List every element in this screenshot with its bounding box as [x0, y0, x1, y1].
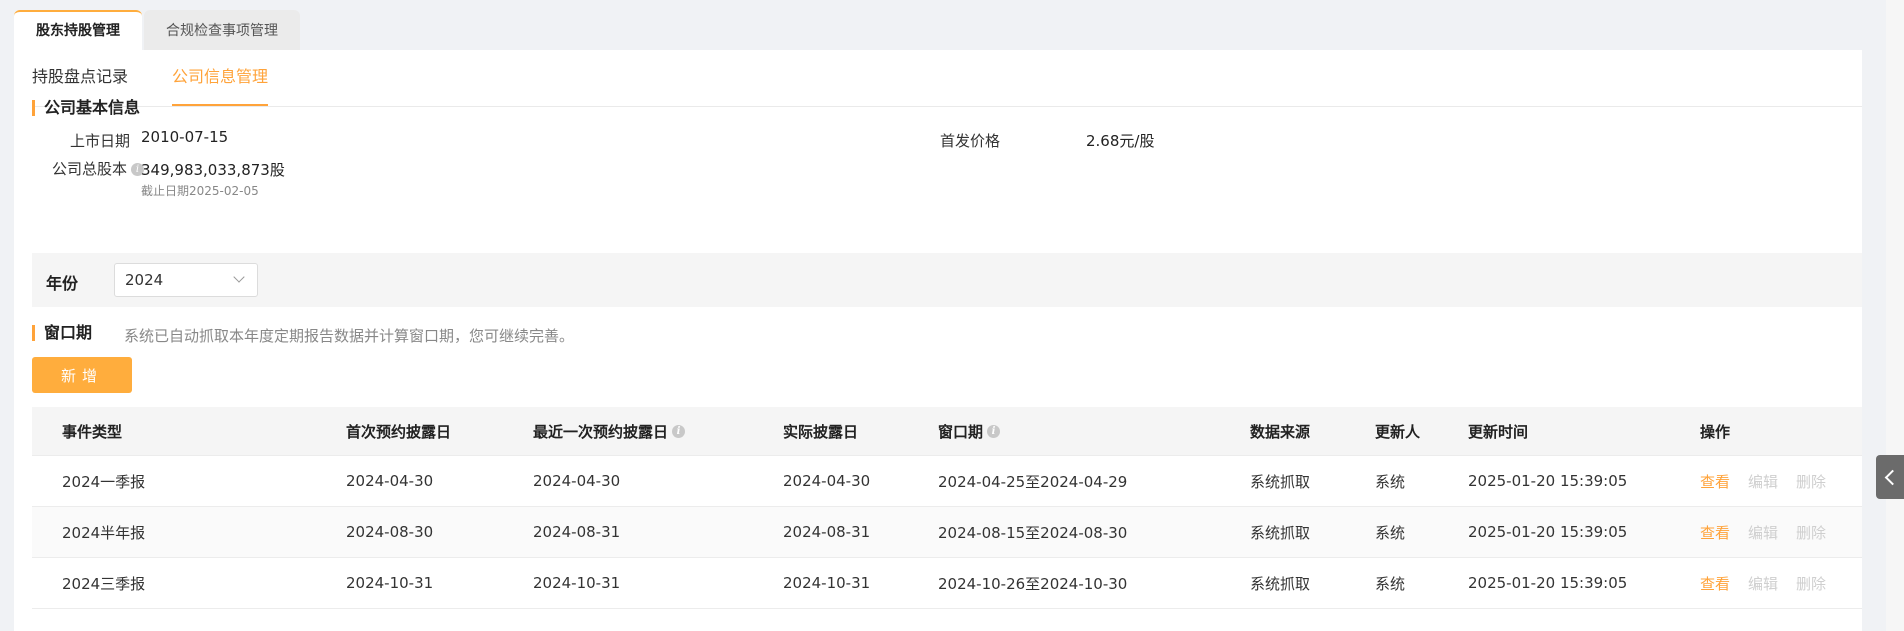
header-window-group: 窗口期 i: [938, 407, 1001, 455]
side-collapse-button[interactable]: [1876, 455, 1904, 499]
cell-event-type: 2024半年报: [62, 523, 146, 542]
cell-ops: 查看 编辑 删除: [1700, 456, 1844, 506]
cell-actual: 2024-04-30: [783, 472, 871, 490]
cell-actual: 2024-08-31: [783, 523, 871, 541]
ipo-price-value: 2.68元/股: [1086, 132, 1155, 150]
scrollbar-track[interactable]: [1886, 0, 1904, 631]
cell-actual: 2024-10-31: [783, 574, 871, 592]
cell-first-appointment: 2024-10-31: [346, 574, 434, 592]
cell-updater: 系统: [1375, 574, 1406, 593]
subtab-company-info[interactable]: 公司信息管理: [172, 50, 268, 106]
edit-button[interactable]: 编辑: [1748, 573, 1778, 594]
delete-button[interactable]: 删除: [1796, 573, 1826, 594]
window-table: 事件类型 首次预约披露日 最近一次预约披露日 i 实际披露日 窗口期 i 数据来源 …: [32, 407, 1862, 609]
window-title: 窗口期: [32, 323, 92, 343]
cell-source: 系统抓取: [1250, 523, 1311, 542]
header-first-appointment: 首次预约披露日: [346, 422, 452, 441]
view-button[interactable]: 查看: [1700, 522, 1730, 543]
add-button[interactable]: 新增: [32, 357, 132, 393]
tab-shareholding-management[interactable]: 股东持股管理: [14, 10, 142, 50]
year-select-value: 2024: [125, 271, 164, 289]
cell-first-appointment: 2024-04-30: [346, 472, 434, 490]
cell-window: 2024-10-26至2024-10-30: [938, 574, 1128, 593]
window-description: 系统已自动抓取本年度定期报告数据并计算窗口期，您可继续完善。: [124, 327, 575, 345]
main-panel: 持股盘点记录 公司信息管理 公司基本信息 上市日期 2010-07-15 首发价…: [14, 50, 1862, 631]
header-source: 数据来源: [1250, 422, 1311, 441]
cell-updater: 系统: [1375, 523, 1406, 542]
ipo-price-label: 首发价格: [939, 132, 1000, 150]
header-updated-at: 更新时间: [1468, 422, 1529, 441]
tab-compliance-check[interactable]: 合规检查事项管理: [144, 10, 300, 50]
cell-updated-at: 2025-01-20 15:39:05: [1468, 574, 1628, 592]
info-icon[interactable]: i: [987, 424, 1001, 438]
header-actual: 实际披露日: [783, 422, 859, 441]
cell-first-appointment: 2024-08-30: [346, 523, 434, 541]
edit-button[interactable]: 编辑: [1748, 522, 1778, 543]
header-ops: 操作: [1700, 422, 1731, 441]
cell-updater: 系统: [1375, 472, 1406, 491]
year-select[interactable]: 2024: [114, 263, 258, 297]
header-latest-appointment-group: 最近一次预约披露日 i: [533, 407, 686, 455]
table-row: 2024半年报 2024-08-30 2024-08-31 2024-08-31…: [32, 507, 1862, 558]
info-icon[interactable]: i: [672, 424, 686, 438]
header-latest-appointment: 最近一次预约披露日: [533, 422, 669, 441]
basic-info-title: 公司基本信息: [32, 98, 140, 118]
table-row: 2024三季报 2024-10-31 2024-10-31 2024-10-31…: [32, 558, 1862, 609]
edit-button[interactable]: 编辑: [1748, 471, 1778, 492]
cell-event-type: 2024一季报: [62, 472, 146, 491]
total-shares-value: 349,983,033,873股: [141, 161, 285, 179]
table-header: 事件类型 首次预约披露日 最近一次预约披露日 i 实际披露日 窗口期 i 数据来源 …: [32, 407, 1862, 456]
cell-ops: 查看 编辑 删除: [1700, 507, 1844, 557]
header-window: 窗口期: [938, 422, 984, 441]
cell-latest-appointment: 2024-08-31: [533, 523, 621, 541]
total-shares-label: 公司总股本: [51, 160, 127, 178]
delete-button[interactable]: 删除: [1796, 471, 1826, 492]
view-button[interactable]: 查看: [1700, 471, 1730, 492]
header-event-type: 事件类型: [62, 422, 123, 441]
cell-window: 2024-04-25至2024-04-29: [938, 472, 1128, 491]
cell-window: 2024-08-15至2024-08-30: [938, 523, 1128, 542]
view-button[interactable]: 查看: [1700, 573, 1730, 594]
sub-tabs: 持股盘点记录 公司信息管理: [32, 50, 1862, 107]
listing-date-label: 上市日期: [69, 132, 130, 150]
cell-source: 系统抓取: [1250, 574, 1311, 593]
cutoff-date: 截止日期2025-02-05: [141, 184, 259, 198]
table-row: 2024一季报 2024-04-30 2024-04-30 2024-04-30…: [32, 456, 1862, 507]
top-tabs: 股东持股管理 合规检查事项管理: [14, 10, 302, 50]
total-shares-label-group: 公司总股本 i: [34, 158, 144, 179]
cell-ops: 查看 编辑 删除: [1700, 558, 1844, 608]
delete-button[interactable]: 删除: [1796, 522, 1826, 543]
chevron-down-icon: [233, 271, 245, 283]
cell-updated-at: 2025-01-20 15:39:05: [1468, 472, 1628, 490]
year-label: 年份: [46, 274, 79, 293]
listing-date-value: 2010-07-15: [141, 128, 229, 146]
year-filter-bar: 年份 2024: [32, 253, 1862, 307]
cell-source: 系统抓取: [1250, 472, 1311, 491]
cell-updated-at: 2025-01-20 15:39:05: [1468, 523, 1628, 541]
chevron-left-icon: [1884, 469, 1901, 486]
cell-event-type: 2024三季报: [62, 574, 146, 593]
cell-latest-appointment: 2024-04-30: [533, 472, 621, 490]
header-updater: 更新人: [1375, 422, 1421, 441]
cell-latest-appointment: 2024-10-31: [533, 574, 621, 592]
